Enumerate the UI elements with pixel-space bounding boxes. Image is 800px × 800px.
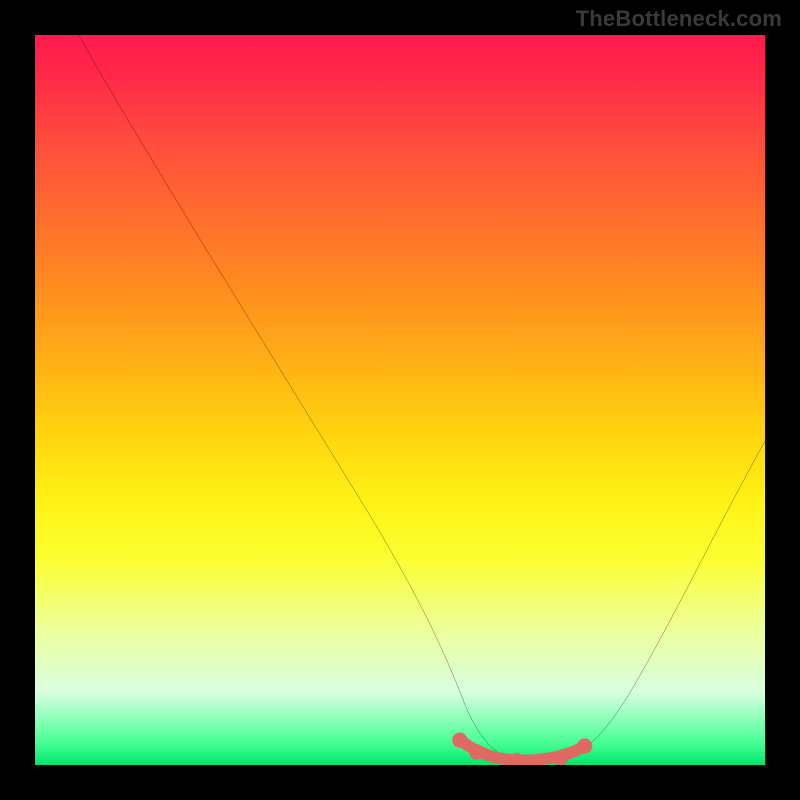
chart-svg	[35, 35, 765, 765]
plot-area	[35, 35, 765, 765]
highlight-dot	[469, 744, 484, 759]
watermark-text: TheBottleneck.com	[576, 6, 782, 32]
highlight-dot	[452, 733, 467, 748]
bottleneck-curve	[79, 35, 765, 761]
chart-frame: TheBottleneck.com	[0, 0, 800, 800]
highlight-dot	[577, 738, 592, 753]
highlight-dot	[553, 750, 568, 765]
